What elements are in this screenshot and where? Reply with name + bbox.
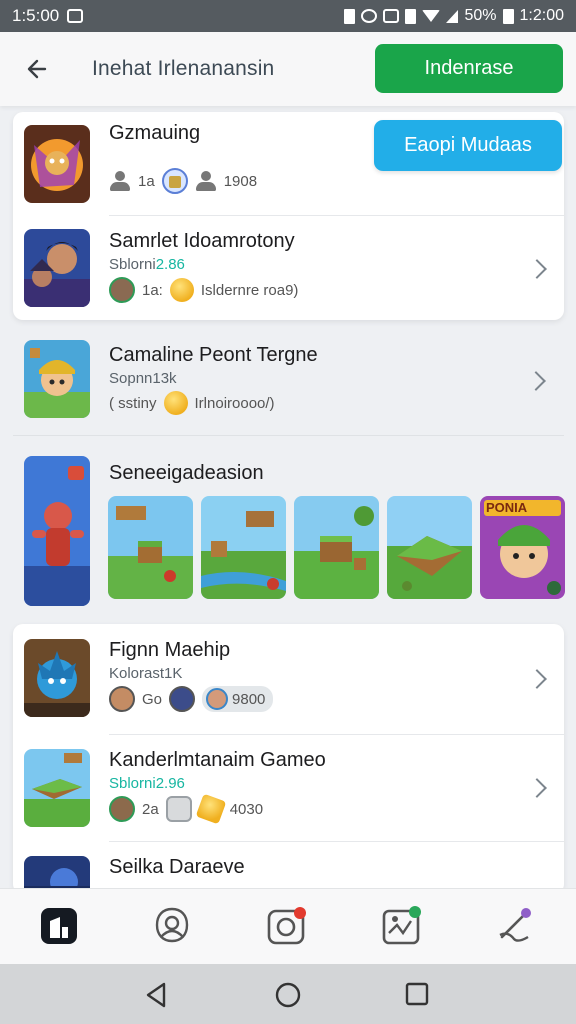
game-meta: 2a 4030 bbox=[109, 793, 264, 825]
star-icon bbox=[195, 793, 227, 825]
game-thumbnail bbox=[24, 856, 90, 888]
signal-icon bbox=[446, 9, 459, 23]
group-icon bbox=[195, 171, 217, 191]
status-time-right: 1:2:00 bbox=[519, 7, 564, 24]
game-subtitle: Kolorast1K bbox=[109, 665, 183, 682]
chevron-right-icon[interactable] bbox=[527, 669, 547, 689]
header-action-button[interactable]: Indenrase bbox=[375, 44, 563, 93]
battery-icon bbox=[502, 8, 514, 24]
screenshot-carousel[interactable]: PONIA bbox=[108, 496, 565, 599]
game-thumbnail bbox=[24, 639, 90, 717]
game-title: Seilka Daraeve bbox=[109, 856, 245, 878]
players-count: 1a: bbox=[142, 281, 163, 299]
status-time-left: 1:5:00 bbox=[12, 6, 60, 25]
game-title: Fignn Maehip bbox=[109, 639, 231, 661]
game-title: Kanderlmtanaim Gameo bbox=[109, 749, 326, 771]
game-title: Samrlet Idoamrotony bbox=[109, 230, 295, 252]
coin-icon bbox=[163, 391, 188, 415]
wifi-icon bbox=[422, 10, 441, 22]
game-thumbnail bbox=[24, 340, 90, 418]
subtitle-text: Sblorni bbox=[109, 775, 156, 792]
list-item[interactable]: Kanderlmtanaim Gameo Sblorni2.96 2a 4030 bbox=[13, 735, 564, 841]
battery-percent: 50% bbox=[464, 7, 497, 24]
game-meta: 1a: Isldernre roa9) bbox=[109, 277, 298, 303]
recents-square-icon[interactable] bbox=[405, 982, 429, 1011]
home-icon[interactable] bbox=[38, 905, 80, 947]
chevron-right-icon[interactable] bbox=[526, 371, 546, 391]
players-count: Go bbox=[142, 690, 163, 708]
subtitle-highlight: 2.96 bbox=[155, 775, 185, 792]
featured-action-button[interactable]: Eaopi Mudaas bbox=[374, 120, 562, 171]
back-arrow-icon[interactable] bbox=[20, 51, 56, 87]
app-bar: Inehat Irlenanansin Indenrase bbox=[0, 32, 576, 106]
game-subtitle: Sblorni2.86 bbox=[109, 256, 185, 273]
players-count: 1a bbox=[138, 172, 155, 190]
coin-icon bbox=[169, 278, 194, 302]
screenshot[interactable] bbox=[201, 496, 286, 599]
players-count: 2a bbox=[142, 800, 159, 818]
game-subtitle: Sopnn13k bbox=[109, 370, 177, 387]
avatar bbox=[109, 277, 135, 303]
list-item[interactable]: Gzmauing 1a 1908 Eaopi Mudaas bbox=[13, 112, 564, 215]
activity-icon[interactable] bbox=[381, 905, 423, 947]
bottom-navigation bbox=[0, 888, 576, 964]
alarm-icon bbox=[361, 9, 378, 23]
game-card-group-1: Gzmauing 1a 1908 Eaopi Mudaas Samrlet Id… bbox=[13, 112, 564, 320]
game-subtitle: Sblorni2.96 bbox=[109, 775, 185, 792]
list-item[interactable]: Samrlet Idoamrotony Sblorni2.86 1a: Isld… bbox=[13, 216, 564, 320]
avatar bbox=[109, 686, 135, 712]
list-item[interactable]: Seilka Daraeve bbox=[13, 842, 564, 888]
screenshot-badge: PONIA bbox=[486, 500, 528, 515]
system-navigation-bar bbox=[0, 964, 576, 1024]
profile-icon[interactable] bbox=[151, 905, 193, 947]
game-thumbnail bbox=[24, 749, 90, 827]
list-item[interactable]: Camaline Peont Tergne Sopnn13k ( sstiny … bbox=[0, 328, 576, 434]
lock-icon bbox=[165, 796, 192, 822]
game-thumbnail bbox=[24, 456, 90, 606]
list-item[interactable]: Fignn Maehip Kolorast1K Go 9800 bbox=[13, 624, 564, 734]
screenshot[interactable]: PONIA bbox=[480, 496, 565, 599]
vibrate-icon bbox=[405, 8, 417, 24]
screenshot[interactable] bbox=[294, 496, 379, 599]
rating-count: 4030 bbox=[229, 800, 264, 818]
game-title: Gzmauing bbox=[109, 122, 201, 144]
rating-count: Irlnoiroooo/) bbox=[194, 394, 275, 412]
chevron-right-icon[interactable] bbox=[527, 259, 547, 279]
rating-pill: 9800 bbox=[202, 686, 274, 712]
screenshot[interactable] bbox=[108, 496, 193, 599]
avatar bbox=[109, 796, 135, 822]
game-title: Camaline Peont Tergne bbox=[109, 344, 318, 366]
game-meta: 1a 1908 bbox=[109, 168, 257, 194]
notification-icon bbox=[67, 9, 84, 23]
chevron-right-icon[interactable] bbox=[527, 778, 547, 798]
rating-count: 1908 bbox=[223, 172, 258, 190]
settings-icon[interactable] bbox=[494, 905, 536, 947]
mute-icon bbox=[344, 8, 356, 24]
rating-count: 9800 bbox=[232, 690, 266, 708]
subtitle-highlight: 2.86 bbox=[155, 256, 185, 273]
page-title: Inehat Irlenanansin bbox=[92, 57, 275, 80]
subtitle-text: Sblorni bbox=[109, 256, 156, 273]
back-triangle-icon[interactable] bbox=[144, 982, 168, 1013]
game-meta: ( sstiny Irlnoiroooo/) bbox=[109, 391, 275, 415]
rating-count: Isldernre roa9) bbox=[200, 281, 299, 299]
game-meta: Go 9800 bbox=[109, 686, 274, 712]
players-count: ( sstiny bbox=[109, 394, 157, 412]
players-icon bbox=[109, 171, 131, 191]
divider bbox=[13, 435, 564, 436]
messages-icon[interactable] bbox=[266, 905, 308, 947]
game-thumbnail bbox=[24, 229, 90, 307]
avatar bbox=[169, 686, 196, 712]
list-item-featured[interactable]: Seneeigadeasion PONIA bbox=[0, 446, 576, 614]
home-circle-icon[interactable] bbox=[275, 982, 301, 1013]
screenshot[interactable] bbox=[387, 496, 472, 599]
nfc-icon bbox=[383, 9, 400, 23]
game-card-group-2: Fignn Maehip Kolorast1K Go 9800 Kanderlm… bbox=[13, 624, 564, 888]
status-bar: 1:5:00 50% 1:2:00 bbox=[0, 0, 576, 32]
avatar bbox=[206, 688, 229, 710]
avatar bbox=[161, 168, 188, 194]
game-title: Seneeigadeasion bbox=[109, 462, 264, 484]
game-list: Gzmauing 1a 1908 Eaopi Mudaas Samrlet Id… bbox=[0, 106, 576, 888]
game-thumbnail bbox=[24, 125, 90, 203]
